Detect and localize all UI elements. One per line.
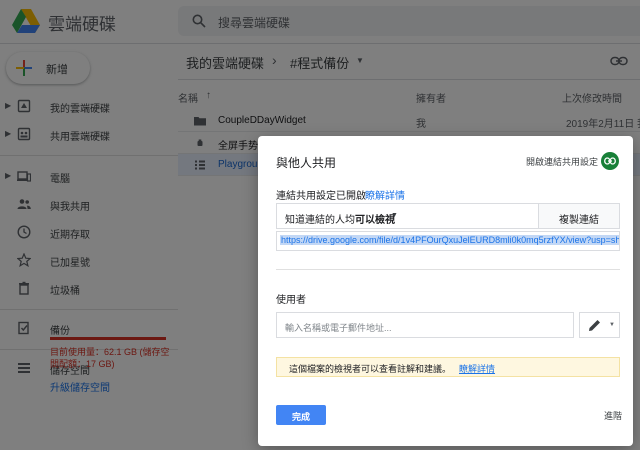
done-button-label: 完成 xyxy=(291,412,310,422)
link-sharing-toggle-label[interactable]: 開啟連結共用設定 xyxy=(526,155,598,168)
share-dialog: 與他人共用 開啟連結共用設定 連結共用設定已開啟 瞭解詳情 知道連結的人均可以檢… xyxy=(258,136,633,446)
link-sharing-toggle-button[interactable] xyxy=(601,152,619,170)
notice-text: 這個檔案的檢視者可以查看註解和建議。 xyxy=(289,364,452,374)
copy-link-label: 複製連結 xyxy=(559,215,599,226)
permission-dropdown[interactable]: ▼ xyxy=(579,312,620,338)
chevron-down-icon: ▼ xyxy=(391,212,398,219)
share-url-field[interactable]: https://drive.google.com/file/d/1v4PFOur… xyxy=(276,231,620,251)
link-icon xyxy=(604,157,616,165)
advanced-link[interactable]: 進階 xyxy=(604,409,622,422)
people-input-placeholder[interactable]: 輸入名稱或電子郵件地址... xyxy=(285,321,392,334)
notice-learn-more[interactable]: 瞭解詳情 xyxy=(459,362,495,375)
people-label: 使用者 xyxy=(276,295,306,306)
link-access-label: 知道連結的人均可以檢視 xyxy=(285,215,395,226)
dialog-divider xyxy=(276,269,620,270)
link-learn-more[interactable]: 瞭解詳情 xyxy=(365,187,405,202)
people-input[interactable]: 輸入名稱或電子郵件地址... xyxy=(276,312,574,338)
link-access-dropdown[interactable]: 知道連結的人均可以檢視 ▼ xyxy=(276,203,538,229)
share-url-text[interactable]: https://drive.google.com/file/d/1v4PFOur… xyxy=(280,235,619,245)
pencil-icon xyxy=(589,320,600,331)
done-button[interactable]: 完成 xyxy=(276,405,326,425)
viewer-comment-notice: 這個檔案的檢視者可以查看註解和建議。 瞭解詳情 xyxy=(276,357,620,377)
link-sharing-status: 連結共用設定已開啟 xyxy=(276,191,366,202)
dialog-title: 與他人共用 xyxy=(276,156,337,170)
chevron-down-icon: ▼ xyxy=(609,322,615,328)
copy-link-button[interactable]: 複製連結 xyxy=(538,203,620,229)
